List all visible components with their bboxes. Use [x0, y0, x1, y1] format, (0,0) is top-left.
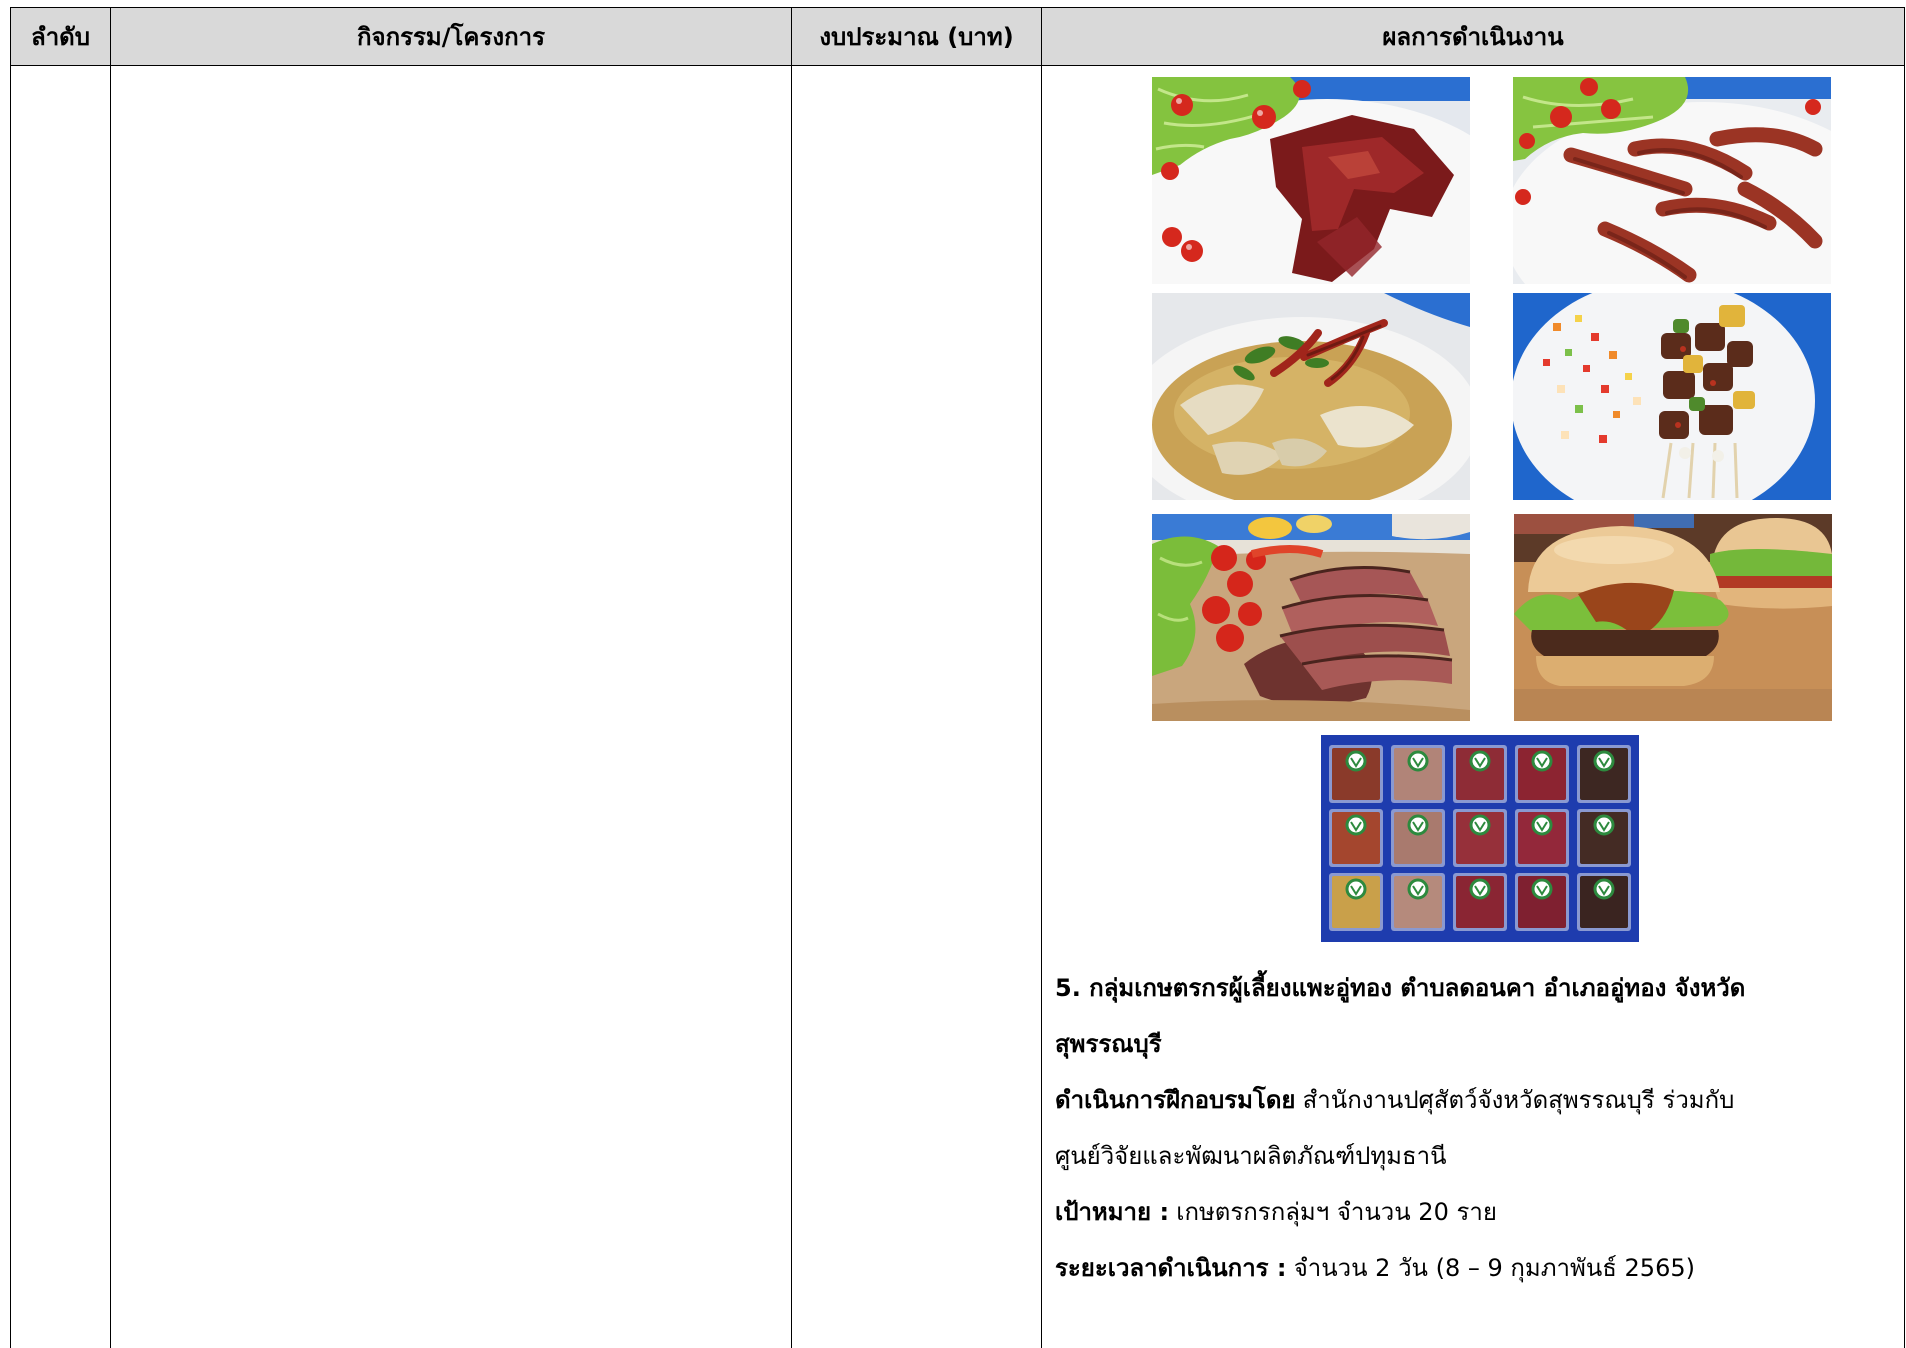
document-page: ลำดับ กิจกรรม/โครงการ งบประมาณ (บาท) ผลก… [0, 0, 1906, 1348]
group-title-line-1: 5. กลุ่มเกษตรกรผู้เลี้ยงแพะอู่ทอง ตำบลดอ… [1055, 974, 1746, 1002]
cell-budget [791, 66, 1041, 1348]
photo-sliced-steak [1152, 514, 1470, 721]
cell-results: 5. กลุ่มเกษตรกรผู้เลี้ยงแพะอู่ทอง ตำบลดอ… [1041, 66, 1905, 1348]
header-budget: งบประมาณ (บาท) [791, 7, 1041, 66]
cell-activity [110, 66, 791, 1348]
header-order: ลำดับ [10, 7, 110, 66]
duration-value: จำนวน 2 วัน (8 – 9 กุมภาพันธ์ 2565) [1293, 1254, 1695, 1282]
trainer-value: สำนักงานปศุสัตว์จังหวัดสุพรรณบุรี ร่วมกั… [1302, 1086, 1735, 1114]
target-label: เป้าหมาย : [1055, 1198, 1170, 1226]
photo-dried-meat [1152, 77, 1470, 284]
photo-burgers [1514, 514, 1832, 721]
header-results: ผลการดำเนินงาน [1041, 7, 1905, 66]
cell-order [10, 66, 110, 1348]
trainer-value-continued: ศูนย์วิจัยและพัฒนาผลิตภัณฑ์ปทุมธานี [1055, 1142, 1447, 1170]
group-description: 5. กลุ่มเกษตรกรผู้เลี้ยงแพะอู่ทอง ตำบลดอ… [1055, 960, 1898, 1296]
photo-fish-soup [1152, 293, 1470, 500]
header-activity: กิจกรรม/โครงการ [110, 7, 791, 66]
photo-grilled-skewers [1513, 293, 1831, 500]
results-table: ลำดับ กิจกรรม/โครงการ งบประมาณ (บาท) ผลก… [10, 7, 1905, 1348]
photo-vacuum-packed-products [1321, 735, 1639, 942]
group-title-line-2: สุพรรณบุรี [1055, 1030, 1162, 1058]
trainer-label: ดำเนินการฝึกอบรมโดย [1055, 1086, 1296, 1114]
duration-line: ระยะเวลาดำเนินการ : จำนวน 2 วัน (8 – 9 กุ… [1055, 1240, 1898, 1296]
target-value: เกษตรกรกลุ่มฯ จำนวน 20 ราย [1176, 1198, 1497, 1226]
trainer-line: ดำเนินการฝึกอบรมโดย สำนักงานปศุสัตว์จังหว… [1055, 1072, 1898, 1128]
target-line: เป้าหมาย : เกษตรกรกลุ่มฯ จำนวน 20 ราย [1055, 1184, 1898, 1240]
photo-fried-sausage [1513, 77, 1831, 284]
duration-label: ระยะเวลาดำเนินการ : [1055, 1254, 1287, 1282]
